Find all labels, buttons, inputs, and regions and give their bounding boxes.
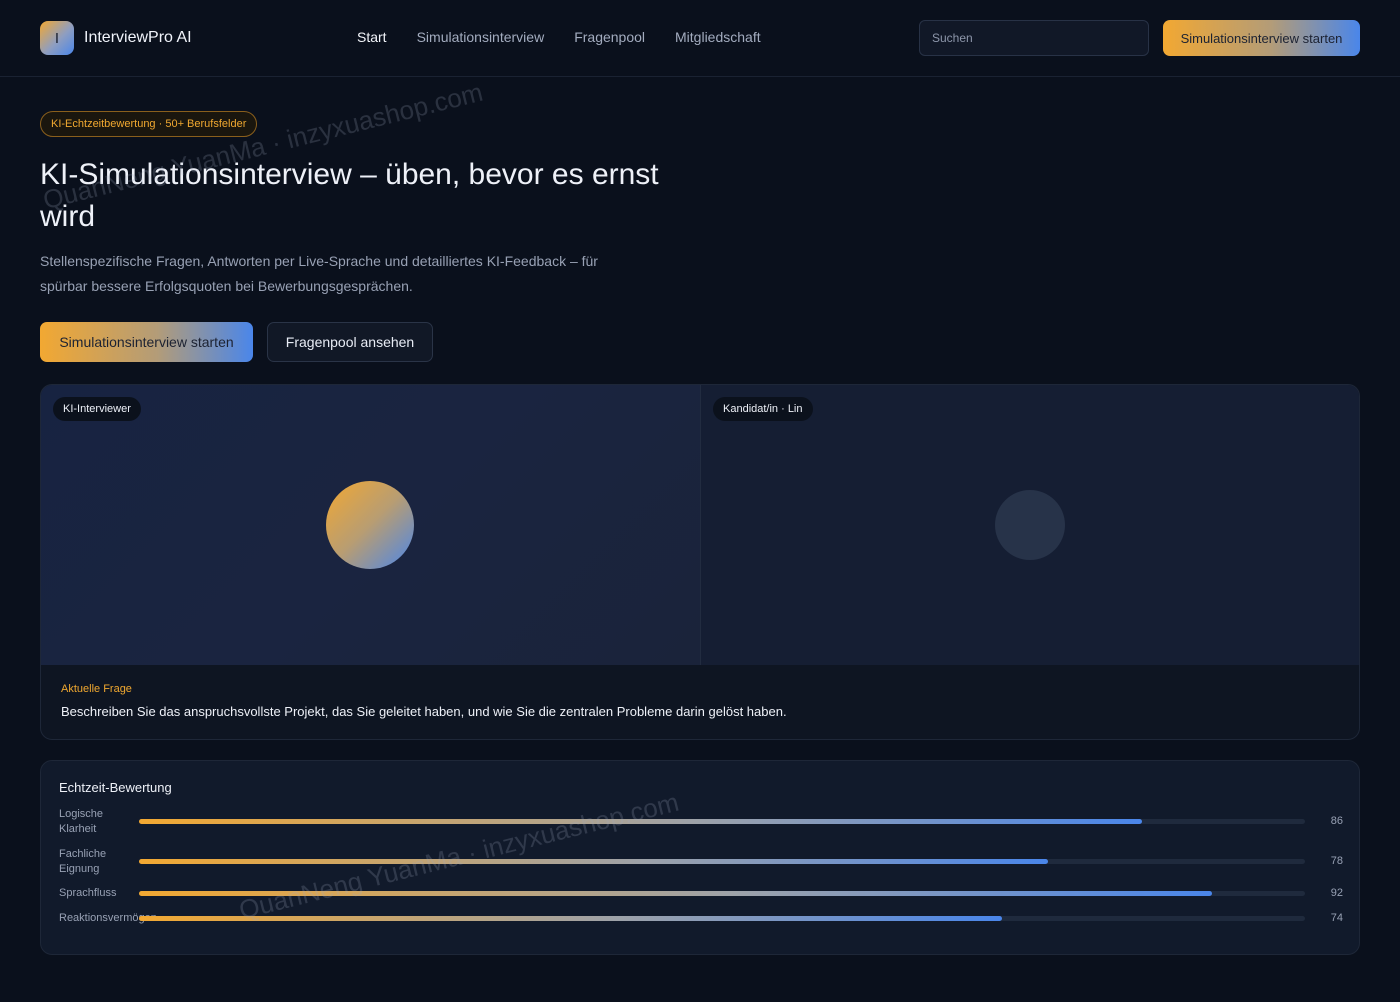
start-interview-button[interactable]: Simulationsinterview starten	[40, 322, 253, 362]
score-value: 78	[1330, 855, 1343, 867]
question-label: Aktuelle Frage	[61, 683, 132, 695]
score-fill	[139, 916, 1002, 921]
nav-fragenpool[interactable]: Fragenpool	[574, 29, 645, 45]
score-fill	[139, 859, 1049, 864]
interview-panel: KI-Interviewer Kandidat/in · Lin Aktuell…	[40, 384, 1360, 740]
search-input[interactable]	[919, 20, 1149, 56]
score-row: Reaktionsvermögen 74	[59, 911, 1343, 927]
question-text: Beschreiben Sie das anspruchsvollste Pro…	[61, 704, 787, 719]
top-bar: I InterviewPro AI Start Simulationsinter…	[0, 0, 1400, 77]
score-row: Sprachfluss 92	[59, 886, 1343, 902]
candidate-avatar-icon	[995, 490, 1065, 560]
nav-start[interactable]: Start	[357, 29, 387, 45]
page-title: KI-Simulationsinterview – üben, bevor es…	[40, 158, 659, 233]
feature-badge: KI-Echtzeitbewertung · 50+ Berufsfelder	[40, 111, 258, 137]
score-row: Logische Klarheit 86	[59, 807, 1343, 837]
logo-icon: I	[40, 21, 74, 55]
interviewer-tag: KI-Interviewer	[53, 397, 141, 421]
header-start-interview-button[interactable]: Simulationsinterview starten	[1163, 20, 1360, 56]
candidate-pane: Kandidat/in · Lin	[701, 385, 1359, 665]
score-label: Sprachfluss	[59, 887, 117, 899]
ai-avatar-icon	[326, 481, 414, 569]
score-label: Fachliche Eignung	[59, 848, 107, 875]
score-value: 74	[1330, 912, 1343, 924]
nav-mitgliedschaft[interactable]: Mitgliedschaft	[675, 29, 761, 45]
score-label: Logische Klarheit	[59, 808, 104, 835]
score-row: Fachliche Eignung 78	[59, 847, 1343, 877]
interviewer-pane: KI-Interviewer	[41, 385, 701, 665]
score-value: 86	[1330, 815, 1343, 827]
score-title: Echtzeit-Bewertung	[59, 780, 172, 795]
view-question-pool-button[interactable]: Fragenpool ansehen	[267, 322, 433, 362]
score-fill	[139, 891, 1212, 896]
candidate-tag: Kandidat/in · Lin	[713, 397, 813, 421]
hero-subtitle: Stellenspezifische Fragen, Antworten per…	[40, 253, 598, 294]
main-nav: Start Simulationsinterview Fragenpool Mi…	[357, 29, 761, 45]
score-track	[139, 916, 1305, 921]
score-panel: Echtzeit-Bewertung Logische Klarheit 86 …	[40, 760, 1360, 955]
app-name[interactable]: InterviewPro AI	[84, 29, 192, 47]
score-track	[139, 859, 1305, 864]
score-value: 92	[1330, 887, 1343, 899]
score-fill	[139, 819, 1142, 824]
score-track	[139, 819, 1305, 824]
nav-simulationsinterview[interactable]: Simulationsinterview	[417, 29, 545, 45]
score-track	[139, 891, 1305, 896]
